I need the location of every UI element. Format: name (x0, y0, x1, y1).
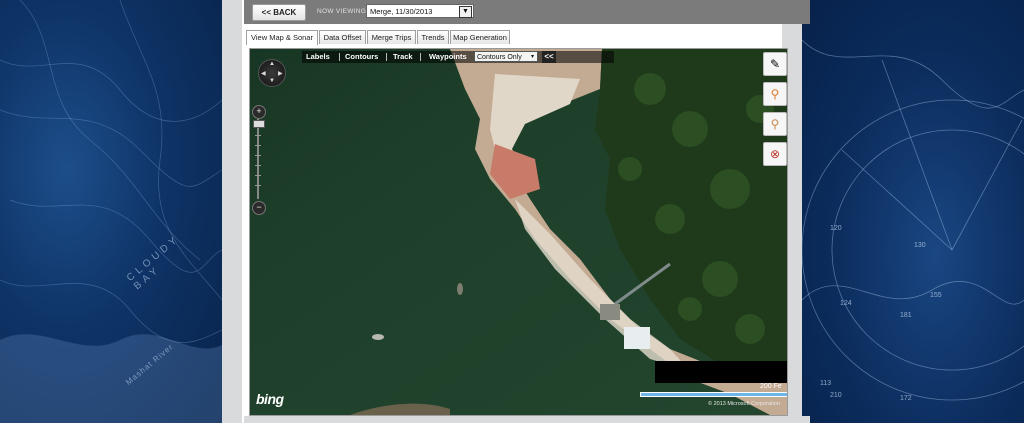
zoom-tick (255, 175, 261, 176)
copyright-text: © 2013 Microsoft Corporation (708, 401, 780, 407)
toolbar-divider (386, 53, 387, 61)
nautical-chart-background-right: 120 130 124 181 155 113 210 172 (802, 0, 1024, 423)
scale-label: 200 Fe (760, 383, 782, 390)
chart-number: 130 (914, 242, 926, 249)
zoom-slider-track[interactable] (257, 119, 259, 199)
zoom-tick (255, 135, 261, 136)
chart-number: 172 (900, 395, 912, 402)
pan-down-icon[interactable]: ▼ (269, 78, 275, 84)
tab-view-map-sonar[interactable]: View Map & Sonar (246, 30, 318, 45)
edit-note-icon[interactable]: ✎ (763, 52, 787, 76)
zoom-tick (255, 155, 261, 156)
add-waypoint-icon[interactable]: ⚲ (763, 82, 787, 106)
back-button[interactable]: << BACK (252, 4, 306, 21)
zoom-tick (255, 165, 261, 166)
trip-select-value: Merge, 11/30/2013 (370, 7, 433, 16)
toolbar-divider (339, 53, 340, 61)
chart-number: 155 (930, 292, 942, 299)
tab-trends[interactable]: Trends (417, 30, 449, 44)
nautical-chart-background-left: CLOUDY BAY Mashat River (0, 0, 222, 423)
chart-number: 181 (900, 312, 912, 319)
tab-map-generation[interactable]: Map Generation (450, 30, 510, 44)
chart-contours-left (0, 0, 222, 423)
map-layer-toolbar: Labels Contours Track Waypoints Contours… (302, 51, 614, 63)
contour-mode-select[interactable]: Contours Only ▾ (474, 51, 538, 62)
bing-logo: bing (256, 391, 284, 407)
labels-toggle[interactable]: Labels (306, 51, 330, 63)
now-viewing-label: NOW VIEWING: (317, 8, 369, 15)
scale-bar (640, 392, 787, 397)
chart-number: 120 (830, 225, 842, 232)
tab-merge-trips[interactable]: Merge Trips (367, 30, 416, 44)
pan-left-icon[interactable]: ◀ (261, 70, 266, 77)
edit-waypoint-icon[interactable]: ⚲ (763, 112, 787, 136)
contour-mode-value: Contours Only (477, 54, 522, 61)
zoom-control: + − (252, 105, 266, 215)
chevron-down-icon: ▾ (530, 54, 534, 60)
toolbar-divider (420, 53, 421, 61)
header-bar: << BACK NOW VIEWING: Merge, 11/30/2013 ▼ (244, 0, 810, 24)
contours-toggle[interactable]: Contours (345, 51, 378, 63)
satellite-map[interactable]: Labels Contours Track Waypoints Contours… (249, 48, 788, 416)
pan-right-icon[interactable]: ▶ (278, 70, 283, 77)
delete-waypoint-icon[interactable]: ⊗ (763, 142, 787, 166)
pan-up-icon[interactable]: ▲ (269, 61, 275, 67)
info-overlay (655, 361, 787, 383)
chart-number: 113 (820, 380, 832, 387)
waypoints-toggle[interactable]: Waypoints (429, 51, 467, 63)
tab-data-offset[interactable]: Data Offset (319, 30, 366, 44)
compass-rose (802, 39, 1024, 401)
track-toggle[interactable]: Track (393, 51, 413, 63)
zoom-tick (255, 145, 261, 146)
zoom-out-button[interactable]: − (252, 201, 266, 215)
trip-select[interactable]: Merge, 11/30/2013 ▼ (366, 4, 474, 18)
zoom-in-button[interactable]: + (252, 105, 266, 119)
pan-control[interactable]: ▲ ▼ ◀ ▶ (258, 59, 286, 87)
chart-number: 124 (840, 300, 852, 307)
main-panel: << BACK NOW VIEWING: Merge, 11/30/2013 ▼… (222, 0, 810, 423)
zoom-slider-handle[interactable] (253, 120, 265, 128)
zoom-tick (255, 185, 261, 186)
collapse-toolbar-button[interactable]: << (542, 51, 556, 63)
footer-strip (244, 416, 810, 423)
chevron-down-icon[interactable]: ▼ (459, 6, 472, 18)
chart-number: 210 (830, 392, 842, 399)
